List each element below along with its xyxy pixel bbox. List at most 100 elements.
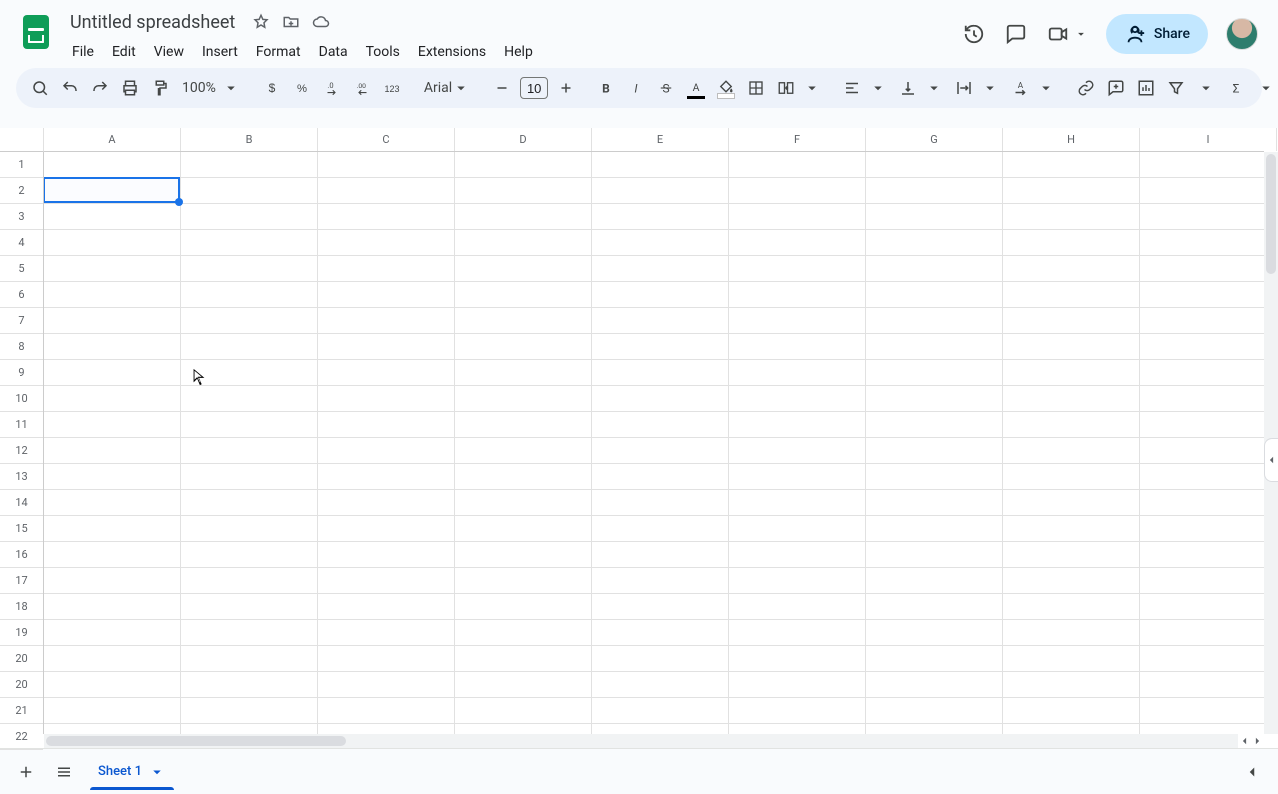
- column-header-G[interactable]: G: [866, 128, 1003, 151]
- select-all-corner[interactable]: [0, 128, 44, 152]
- cell-H10[interactable]: [1003, 386, 1140, 412]
- cell-G13[interactable]: [866, 464, 1003, 490]
- cell-E13[interactable]: [592, 464, 729, 490]
- cell-E22[interactable]: [592, 724, 729, 734]
- star-icon[interactable]: [251, 12, 271, 32]
- cell-D22[interactable]: [455, 724, 592, 734]
- functions-dropdown-icon[interactable]: [1252, 74, 1278, 102]
- wrap-dropdown-icon[interactable]: [976, 74, 1004, 102]
- cell-A2[interactable]: [44, 178, 181, 204]
- cell-F7[interactable]: [729, 308, 866, 334]
- cell-C12[interactable]: [318, 438, 455, 464]
- vertical-align-icon[interactable]: [894, 74, 922, 102]
- cell-I2[interactable]: [1140, 178, 1264, 204]
- cell-A7[interactable]: [44, 308, 181, 334]
- text-wrap-icon[interactable]: [950, 74, 978, 102]
- share-button[interactable]: Share: [1106, 14, 1208, 54]
- cell-H5[interactable]: [1003, 256, 1140, 282]
- halign-dropdown-icon[interactable]: [864, 74, 892, 102]
- cell-D14[interactable]: [455, 490, 592, 516]
- cell-C11[interactable]: [318, 412, 455, 438]
- cell-G20[interactable]: [866, 672, 1003, 698]
- cell-I5[interactable]: [1140, 256, 1264, 282]
- cell-C16[interactable]: [318, 542, 455, 568]
- cell-C20[interactable]: [318, 672, 455, 698]
- cell-B10[interactable]: [181, 386, 318, 412]
- cell-F11[interactable]: [729, 412, 866, 438]
- decrease-font-icon[interactable]: [488, 74, 516, 102]
- cell-A16[interactable]: [44, 542, 181, 568]
- cell-H22[interactable]: [1003, 724, 1140, 734]
- cell-F21[interactable]: [729, 698, 866, 724]
- cell-I1[interactable]: [1140, 152, 1264, 178]
- redo-icon[interactable]: [86, 74, 114, 102]
- cell-G10[interactable]: [866, 386, 1003, 412]
- cell-I9[interactable]: [1140, 360, 1264, 386]
- row-header-18[interactable]: 18: [0, 594, 43, 620]
- sheets-logo[interactable]: [16, 12, 56, 52]
- cell-F16[interactable]: [729, 542, 866, 568]
- cell-D18[interactable]: [455, 594, 592, 620]
- cell-G17[interactable]: [866, 568, 1003, 594]
- row-header-22[interactable]: 22: [0, 724, 43, 750]
- cell-C5[interactable]: [318, 256, 455, 282]
- undo-icon[interactable]: [56, 74, 84, 102]
- cell-B1[interactable]: [181, 152, 318, 178]
- valign-dropdown-icon[interactable]: [920, 74, 948, 102]
- cell-G1[interactable]: [866, 152, 1003, 178]
- cell-G6[interactable]: [866, 282, 1003, 308]
- merge-dropdown-icon[interactable]: [798, 74, 826, 102]
- history-icon[interactable]: [962, 22, 986, 46]
- cell-E5[interactable]: [592, 256, 729, 282]
- cell-H9[interactable]: [1003, 360, 1140, 386]
- cell-F22[interactable]: [729, 724, 866, 734]
- row-header-9[interactable]: 9: [0, 360, 43, 386]
- cells-area[interactable]: [44, 152, 1264, 734]
- cell-G21[interactable]: [866, 698, 1003, 724]
- increase-decimal-icon[interactable]: .00: [348, 74, 376, 102]
- cell-A18[interactable]: [44, 594, 181, 620]
- cell-F1[interactable]: [729, 152, 866, 178]
- sheet-tab-1[interactable]: Sheet 1: [86, 754, 178, 790]
- cell-B12[interactable]: [181, 438, 318, 464]
- cell-D10[interactable]: [455, 386, 592, 412]
- menu-tools[interactable]: Tools: [358, 40, 408, 64]
- cell-F15[interactable]: [729, 516, 866, 542]
- cell-F19[interactable]: [729, 620, 866, 646]
- cell-C6[interactable]: [318, 282, 455, 308]
- cell-A21[interactable]: [44, 698, 181, 724]
- cell-B21[interactable]: [181, 698, 318, 724]
- cell-C20[interactable]: [318, 646, 455, 672]
- cell-D21[interactable]: [455, 698, 592, 724]
- cell-B13[interactable]: [181, 464, 318, 490]
- cell-D6[interactable]: [455, 282, 592, 308]
- column-header-B[interactable]: B: [181, 128, 318, 151]
- cell-C3[interactable]: [318, 204, 455, 230]
- cell-D4[interactable]: [455, 230, 592, 256]
- cell-F8[interactable]: [729, 334, 866, 360]
- decrease-decimal-icon[interactable]: .0: [318, 74, 346, 102]
- merge-cells-icon[interactable]: [772, 74, 800, 102]
- menu-data[interactable]: Data: [311, 40, 356, 64]
- cell-A9[interactable]: [44, 360, 181, 386]
- cell-E21[interactable]: [592, 698, 729, 724]
- cell-A3[interactable]: [44, 204, 181, 230]
- cell-G18[interactable]: [866, 594, 1003, 620]
- menu-edit[interactable]: Edit: [104, 40, 144, 64]
- cell-H3[interactable]: [1003, 204, 1140, 230]
- insert-comment-icon[interactable]: [1102, 74, 1130, 102]
- cell-H17[interactable]: [1003, 568, 1140, 594]
- column-header-C[interactable]: C: [318, 128, 455, 151]
- cell-A20[interactable]: [44, 646, 181, 672]
- cell-B2[interactable]: [181, 178, 318, 204]
- strikethrough-icon[interactable]: S: [652, 74, 680, 102]
- row-header-3[interactable]: 3: [0, 204, 43, 230]
- side-panel-toggle[interactable]: [1264, 438, 1278, 482]
- cell-E1[interactable]: [592, 152, 729, 178]
- menu-insert[interactable]: Insert: [194, 40, 246, 64]
- cell-I7[interactable]: [1140, 308, 1264, 334]
- cell-B4[interactable]: [181, 230, 318, 256]
- cell-C8[interactable]: [318, 334, 455, 360]
- cell-I3[interactable]: [1140, 204, 1264, 230]
- cell-D15[interactable]: [455, 516, 592, 542]
